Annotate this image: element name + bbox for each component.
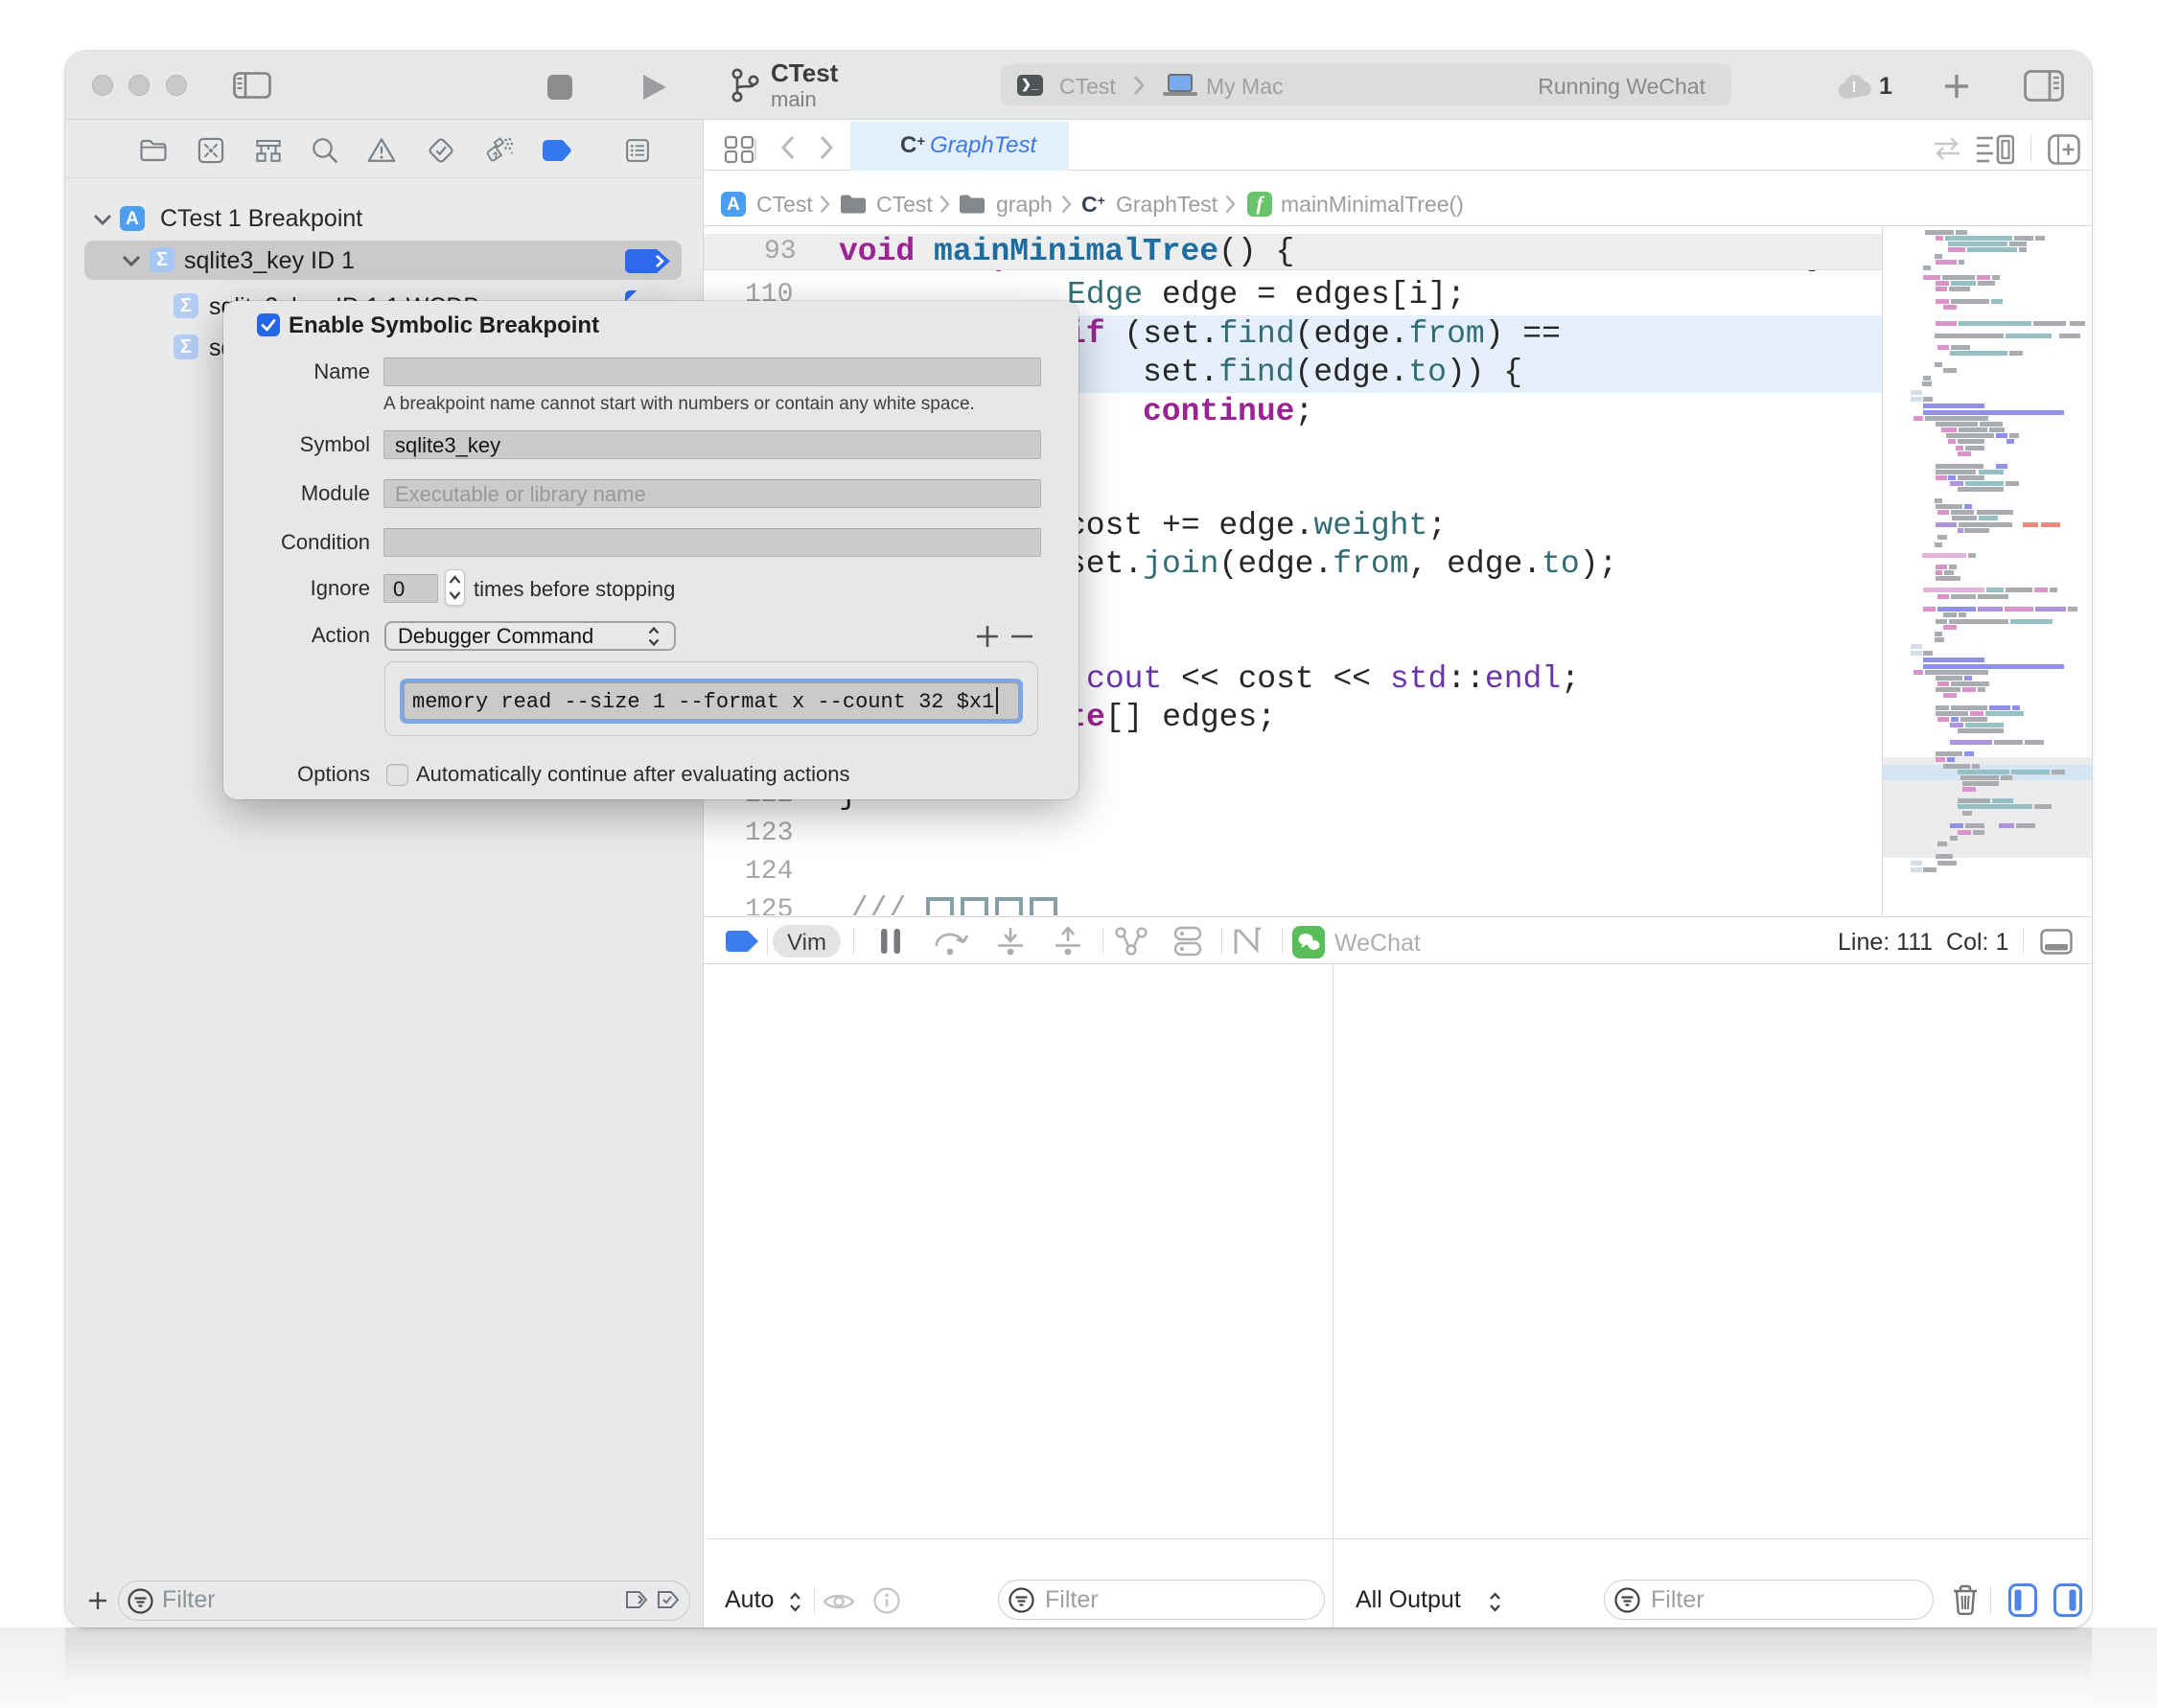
svg-text:!: ! <box>1851 80 1856 96</box>
